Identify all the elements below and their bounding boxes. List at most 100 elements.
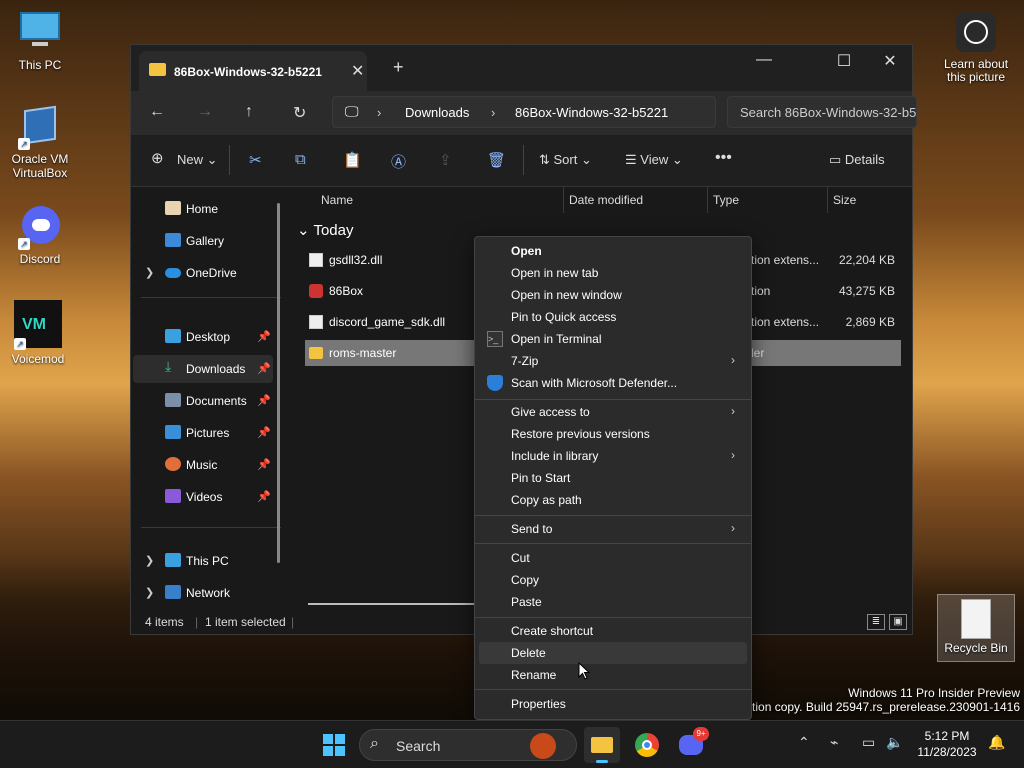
mouse-cursor-icon [578,662,590,680]
close-window-button[interactable]: ✕ [867,51,913,71]
taskbar-file-explorer[interactable] [584,727,620,763]
desktop-icon [165,329,181,343]
menu-item-pin-start[interactable]: Pin to Start [479,467,747,489]
menu-item-open-terminal[interactable]: >_ Open in Terminal [479,328,747,350]
menu-item-open[interactable]: Open [479,240,747,262]
forward-icon[interactable]: → [197,103,213,121]
delete-icon[interactable]: 🗑 [487,151,506,169]
menu-item-rename[interactable]: Rename [479,664,747,686]
shortcut-arrow-icon: ↗ [18,138,30,150]
sidebar-item-videos[interactable]: Videos 📌 [133,483,273,511]
sidebar-item-onedrive[interactable]: ❯ OneDrive [133,259,273,287]
menu-item-copy-path[interactable]: Copy as path [479,489,747,511]
menu-item-restore-versions[interactable]: Restore previous versions [479,423,747,445]
chevron-right-icon[interactable]: ❯ [145,554,154,567]
sidebar-label: This PC [186,554,229,568]
new-tab-button[interactable]: + [393,57,404,78]
sidebar-item-desktop[interactable]: Desktop 📌 [133,323,273,351]
network-icon[interactable]: ▭ [862,734,875,751]
menu-label: Properties [511,697,566,711]
menu-label: Open in Terminal [511,332,602,346]
sidebar-item-gallery[interactable]: Gallery [133,227,273,255]
sidebar-label: Downloads [186,362,246,376]
sidebar-item-pictures[interactable]: Pictures 📌 [133,419,273,447]
sidebar-item-home[interactable]: Home [133,195,273,223]
taskbar-discord[interactable]: 9+ [673,727,709,763]
copy-icon[interactable]: ⧉ [295,151,306,168]
sort-button[interactable]: ⇅ Sort ⌄ [539,152,592,168]
menu-item-open-new-tab[interactable]: Open in new tab [479,262,747,284]
menu-item-cut[interactable]: Cut [479,547,747,569]
column-type[interactable]: Type [713,193,739,207]
desktop-icon-recycle-bin[interactable]: Recycle Bin [937,594,1015,662]
desktop-icon-virtualbox[interactable]: ↗ Oracle VM VirtualBox [2,104,78,180]
up-icon[interactable]: ↑ [245,103,253,121]
sidebar-label: Documents [186,394,247,408]
new-button[interactable]: New ⌄ [177,152,218,168]
network-offline-icon[interactable]: ⌁ [830,734,838,751]
chevron-right-icon[interactable]: ❯ [145,266,154,279]
file-type: ler [751,346,765,360]
menu-item-paste[interactable]: Paste [479,591,747,613]
maximize-button[interactable]: ☐ [821,51,867,71]
search-input[interactable]: Search 86Box-Windows-32-b5221 [727,96,917,128]
menu-item-include-library[interactable]: Include in library › [479,445,747,467]
taskbar-search[interactable]: ⌕ Search [359,729,577,761]
start-button[interactable] [316,727,352,763]
desktop-icon-this-pc[interactable]: This PC [2,10,78,72]
group-header-today[interactable]: ⌄ Today [297,221,354,239]
sidebar-item-documents[interactable]: Documents 📌 [133,387,273,415]
more-options-icon[interactable]: ••• [715,149,732,167]
menu-item-properties[interactable]: Properties [479,693,747,715]
paste-icon[interactable]: 📋 [343,151,362,169]
sidebar-item-network[interactable]: ❯ Network [133,579,273,607]
desktop-icon-voicemod[interactable]: VM ↗ Voicemod [0,300,76,366]
desktop-icon-discord[interactable]: ↗ Discord [2,204,78,266]
notification-bell-icon[interactable]: 🔔 [988,734,1005,751]
column-name[interactable]: Name [321,193,353,207]
menu-item-open-new-window[interactable]: Open in new window [479,284,747,306]
breadcrumb-current[interactable]: 86Box-Windows-32-b5221 [515,105,668,120]
network-icon [165,585,181,599]
clock[interactable]: 5:12 PM 11/28/2023 [908,728,986,760]
view-button[interactable]: ☰ View ⌄ [625,152,683,168]
view-label: View [640,152,669,167]
tiles-view-icon[interactable]: ▣ [889,614,907,630]
rename-icon[interactable]: Ⓐ [391,151,406,172]
volume-icon[interactable]: 🔈 [886,734,903,751]
menu-item-pin-quick-access[interactable]: Pin to Quick access [479,306,747,328]
details-button[interactable]: ▭ Details [829,152,885,168]
back-icon[interactable]: ← [149,103,165,121]
column-date-modified[interactable]: Date modified [569,193,643,207]
evaluation-watermark: Windows 11 Pro Insider Preview uation co… [739,686,1020,714]
chevron-up-icon[interactable]: ⌃ [798,734,810,751]
address-bar[interactable]: 🖵 › Downloads › 86Box-Windows-32-b5221 [332,96,716,128]
horizontal-scrollbar[interactable] [308,603,476,605]
breadcrumb-downloads[interactable]: Downloads [405,105,469,120]
chevron-right-icon[interactable]: ❯ [145,586,154,599]
learn-about-picture[interactable]: Learn about this picture [936,12,1016,84]
refresh-icon[interactable]: ↻ [293,103,306,123]
sidebar-item-downloads[interactable]: ⤓ Downloads 📌 [133,355,273,383]
menu-item-delete[interactable]: Delete [479,642,747,664]
minimize-button[interactable]: — [741,51,787,69]
menu-item-send-to[interactable]: Send to › [479,518,747,540]
tab-86box[interactable]: 86Box-Windows-32-b5221 ✕ [139,51,367,91]
cut-icon[interactable]: ✂ [249,151,262,169]
menu-item-give-access[interactable]: Give access to › [479,401,747,423]
sidebar-scrollbar[interactable] [277,203,280,563]
menu-item-7zip[interactable]: 7-Zip › [479,350,747,372]
sidebar-label: Gallery [186,234,225,248]
shield-icon [487,375,503,391]
details-view-icon[interactable]: ≣ [867,614,885,630]
taskbar-chrome[interactable] [629,727,665,763]
sidebar-item-this-pc[interactable]: ❯ This PC [133,547,273,575]
close-tab-icon[interactable]: ✕ [351,61,364,81]
menu-item-scan-defender[interactable]: Scan with Microsoft Defender... [479,372,747,394]
menu-item-create-shortcut[interactable]: Create shortcut [479,620,747,642]
menu-item-copy[interactable]: Copy [479,569,747,591]
watermark-line: uation copy. Build 25947.rs_prerelease.2… [738,700,1020,714]
column-size[interactable]: Size [833,193,856,207]
share-icon[interactable]: ⇪ [439,151,452,169]
sidebar-item-music[interactable]: Music 📌 [133,451,273,479]
